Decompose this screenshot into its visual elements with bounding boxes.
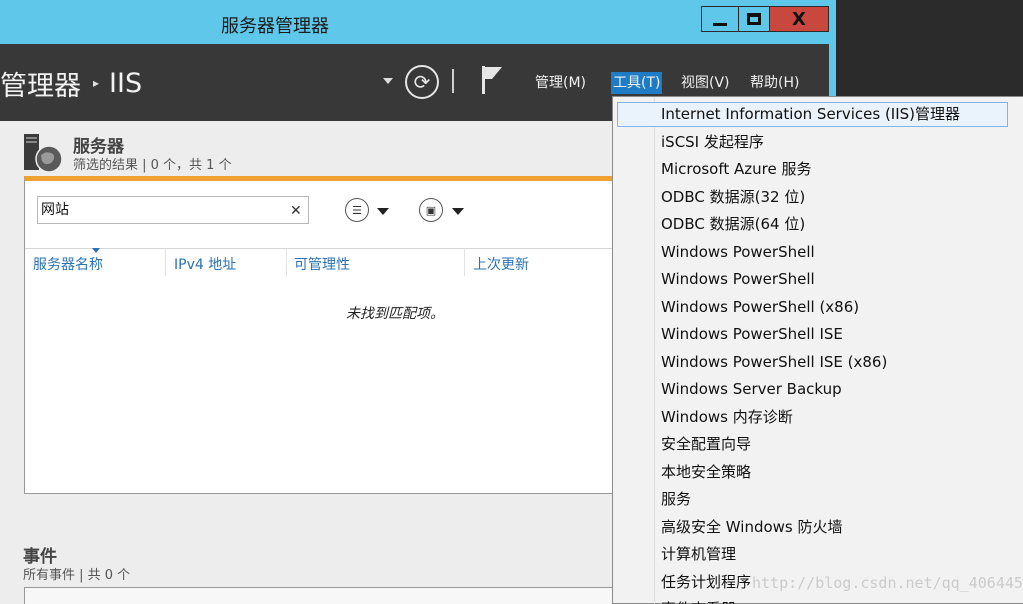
tools-menu-item[interactable]: 事件查看器: [661, 599, 736, 604]
column-ipv4[interactable]: IPv4 地址: [174, 254, 236, 274]
column-divider[interactable]: [286, 249, 287, 276]
tools-menu-item[interactable]: Windows PowerShell ISE (x86): [661, 352, 887, 372]
tools-menu-item[interactable]: 任务计划程序: [661, 572, 751, 592]
servers-panel: 网站 ✕ ☰ ▣ 服务器名称 IPv4 地址 可管理性 上次更新 未找到匹配项。: [24, 176, 629, 494]
maximize-button[interactable]: [738, 6, 770, 32]
save-query-icon[interactable]: ▣: [419, 198, 443, 222]
servers-filter-summary: 筛选的结果 | 0 个，共 1 个: [73, 158, 232, 173]
menu-help[interactable]: 帮助(H): [748, 72, 801, 94]
breadcrumb-parent[interactable]: 管理器: [0, 64, 81, 103]
menu-manage[interactable]: 管理(M): [533, 72, 588, 94]
menu-gutter: [654, 97, 655, 604]
breadcrumb: 管理器 ▸ IIS: [0, 64, 143, 103]
menu-view[interactable]: 视图(V): [679, 72, 732, 94]
window-title: 服务器管理器: [221, 16, 329, 37]
filter-input[interactable]: 网站: [37, 196, 309, 224]
tools-menu-item[interactable]: ODBC 数据源(32 位): [661, 187, 805, 207]
tools-menu-item[interactable]: iSCSI 发起程序: [661, 132, 764, 152]
events-summary: 所有事件 | 共 0 个: [23, 568, 131, 583]
column-divider[interactable]: [464, 249, 465, 276]
tools-menu-item[interactable]: ODBC 数据源(64 位): [661, 214, 805, 234]
tools-menu-item[interactable]: Internet Information Services (IIS)管理器: [661, 104, 960, 124]
tools-menu-item[interactable]: Windows PowerShell (x86): [661, 297, 859, 317]
breadcrumb-dropdown-icon[interactable]: [383, 78, 393, 84]
minimize-icon: [713, 22, 727, 26]
list-options-dropdown-icon[interactable]: [377, 208, 389, 215]
close-button[interactable]: X: [769, 6, 829, 32]
breadcrumb-current: IIS: [109, 67, 143, 99]
save-query-dropdown-icon[interactable]: [452, 208, 464, 215]
close-icon: X: [792, 8, 806, 30]
tools-menu-item[interactable]: 服务: [661, 489, 691, 509]
tools-menu-item[interactable]: 安全配置向导: [661, 434, 751, 454]
column-last-update[interactable]: 上次更新: [473, 254, 529, 274]
tools-menu-item[interactable]: 本地安全策略: [661, 462, 751, 482]
table-header: 服务器名称 IPv4 地址 可管理性 上次更新: [25, 248, 628, 276]
sort-indicator-icon: [92, 248, 100, 253]
tools-menu-item[interactable]: Windows PowerShell: [661, 269, 815, 289]
tools-menu-item[interactable]: Windows 内存诊断: [661, 407, 793, 427]
tools-menu-item[interactable]: Windows Server Backup: [661, 379, 842, 399]
maximize-icon: [747, 13, 761, 25]
clear-filter-icon[interactable]: ✕: [290, 203, 302, 219]
menu-tools[interactable]: 工具(T): [611, 72, 663, 94]
tools-menu-item[interactable]: Windows PowerShell ISE: [661, 324, 843, 344]
tools-dropdown-menu: Internet Information Services (IIS)管理器 iS…: [612, 96, 1023, 604]
minimize-button[interactable]: [701, 6, 739, 32]
column-server-name[interactable]: 服务器名称: [33, 254, 103, 274]
tools-menu-item[interactable]: Windows PowerShell: [661, 242, 815, 262]
column-manageability[interactable]: 可管理性: [294, 254, 350, 274]
refresh-glyph: ⟳: [413, 70, 431, 94]
window-title-bar[interactable]: 服务器管理器 X: [0, 0, 836, 44]
servers-icon: [24, 134, 63, 173]
refresh-icon[interactable]: ⟳: [405, 65, 439, 99]
tools-menu-item[interactable]: 高级安全 Windows 防火墙: [661, 517, 843, 537]
column-divider[interactable]: [165, 249, 166, 276]
breadcrumb-separator-icon: ▸: [93, 76, 100, 90]
tools-menu-item[interactable]: 计算机管理: [661, 544, 736, 564]
notifications-flag-icon[interactable]: [480, 64, 504, 96]
tools-menu-item[interactable]: Microsoft Azure 服务: [661, 159, 812, 179]
header-divider: [452, 69, 454, 93]
list-options-icon[interactable]: ☰: [345, 198, 369, 222]
events-panel: [24, 587, 629, 604]
watermark-text: http://blog.csdn.net/qq_40644583: [752, 574, 1023, 592]
